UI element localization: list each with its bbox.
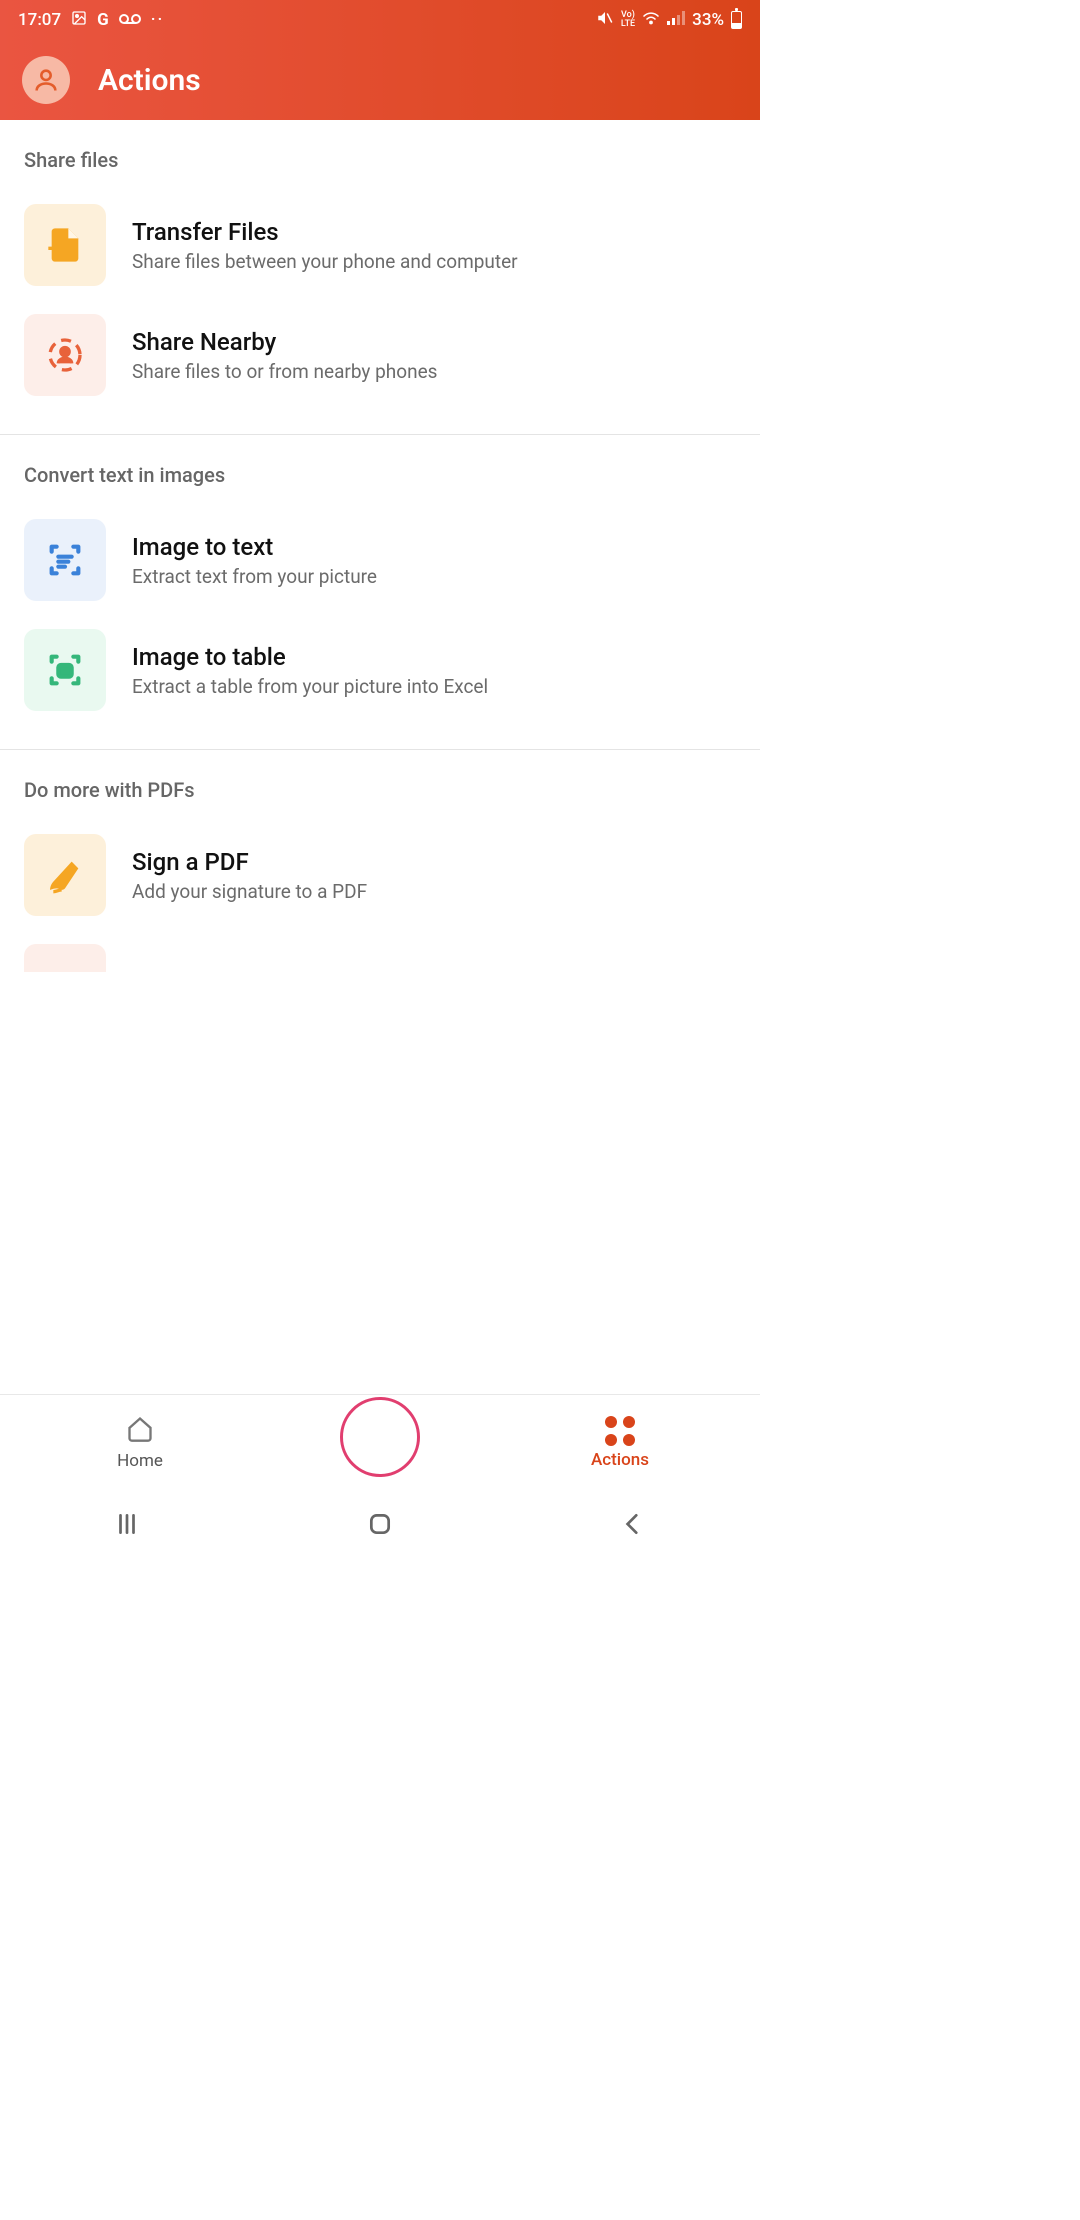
gallery-icon — [71, 10, 87, 31]
nav-home-label: Home — [117, 1451, 163, 1471]
action-title: Transfer Files — [132, 218, 518, 246]
action-transfer-files[interactable]: Transfer Files Share files between your … — [0, 190, 760, 300]
status-right: Vo)LTE 33% — [596, 9, 742, 32]
signal-icon — [667, 10, 685, 30]
action-title: Share Nearby — [132, 328, 437, 356]
section-title: Do more with PDFs — [0, 750, 760, 820]
battery-percent: 33% — [692, 10, 724, 30]
action-title: Image to table — [132, 643, 488, 671]
sign-pdf-icon — [24, 834, 106, 916]
transfer-files-icon — [24, 204, 106, 286]
section-convert-text: Convert text in images Image to text Ext… — [0, 435, 760, 750]
bottom-nav: Home Actions — [0, 1394, 760, 1490]
recents-button[interactable] — [114, 1511, 140, 1541]
nav-actions[interactable]: Actions — [540, 1416, 700, 1470]
plus-icon — [363, 1418, 397, 1456]
battery-icon — [731, 11, 742, 29]
section-share-files: Share files Transfer Files Share files b… — [0, 120, 760, 435]
back-button[interactable] — [620, 1511, 646, 1541]
action-title: Sign a PDF — [132, 848, 367, 876]
actions-icon — [605, 1416, 635, 1446]
more-indicator-icon: ·· — [151, 10, 165, 30]
wifi-icon — [642, 10, 660, 30]
share-nearby-icon — [24, 314, 106, 396]
next-action-partial[interactable] — [24, 944, 106, 972]
system-nav-bar — [0, 1490, 760, 1562]
google-icon: G — [97, 10, 109, 30]
image-to-text-icon — [24, 519, 106, 601]
action-subtitle: Extract a table from your picture into E… — [132, 675, 488, 698]
action-image-to-table[interactable]: Image to table Extract a table from your… — [0, 615, 760, 725]
page-title: Actions — [98, 63, 201, 98]
status-bar: 17:07 G ·· Vo)LTE 33% — [0, 0, 760, 40]
action-subtitle: Extract text from your picture — [132, 565, 377, 588]
mute-vibrate-icon — [596, 9, 614, 32]
action-share-nearby[interactable]: Share Nearby Share files to or from near… — [0, 300, 760, 410]
action-title: Image to text — [132, 533, 377, 561]
image-to-table-icon — [24, 629, 106, 711]
section-title: Convert text in images — [0, 435, 760, 505]
action-subtitle: Share files to or from nearby phones — [132, 360, 437, 383]
section-title: Share files — [0, 120, 760, 190]
action-subtitle: Add your signature to a PDF — [132, 880, 367, 903]
voicemail-icon — [119, 10, 141, 30]
content-scroll[interactable]: Share files Transfer Files Share files b… — [0, 120, 760, 1394]
profile-avatar[interactable] — [22, 56, 70, 104]
section-pdfs: Do more with PDFs Sign a PDF Add your si… — [0, 750, 760, 996]
home-icon — [126, 1415, 154, 1447]
action-subtitle: Share files between your phone and compu… — [132, 250, 518, 273]
action-image-to-text[interactable]: Image to text Extract text from your pic… — [0, 505, 760, 615]
home-button[interactable] — [367, 1511, 393, 1541]
status-time: 17:07 — [18, 10, 61, 30]
nav-home[interactable]: Home — [60, 1415, 220, 1471]
app-header: Actions — [0, 40, 760, 120]
status-left: 17:07 G ·· — [18, 10, 164, 31]
action-sign-pdf[interactable]: Sign a PDF Add your signature to a PDF — [0, 820, 760, 930]
nav-actions-label: Actions — [591, 1450, 649, 1470]
volte-icon: Vo)LTE — [621, 11, 635, 29]
fab-add[interactable] — [340, 1397, 420, 1477]
